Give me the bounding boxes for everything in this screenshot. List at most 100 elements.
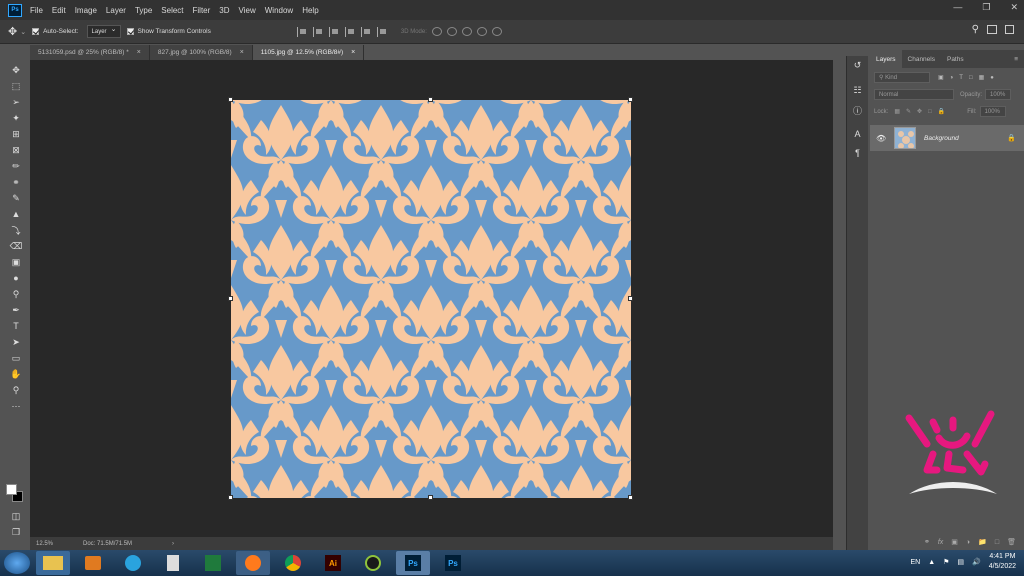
transform-handle-bl[interactable] bbox=[228, 495, 233, 500]
type-tool-icon[interactable]: T bbox=[10, 320, 22, 332]
eraser-tool-icon[interactable]: ⌫ bbox=[10, 240, 23, 252]
shape-tool-icon[interactable]: ▭ bbox=[10, 352, 22, 364]
align-right-icon[interactable] bbox=[376, 26, 387, 37]
history-brush-tool-icon[interactable]: ⤵ bbox=[10, 224, 22, 236]
share-icon[interactable] bbox=[1005, 25, 1014, 34]
menu-filter[interactable]: Filter bbox=[193, 6, 211, 15]
auto-select-checkbox[interactable] bbox=[32, 28, 40, 35]
properties-panel-icon[interactable]: ☷ bbox=[847, 85, 868, 100]
clock[interactable]: 4:41 PM 4/5/2022 bbox=[989, 552, 1016, 572]
kind-filter[interactable]: ⚲ Kind bbox=[874, 72, 930, 83]
close-icon[interactable]: × bbox=[137, 49, 141, 56]
lock-transparent-icon[interactable]: ▦ bbox=[894, 108, 900, 115]
align-bottom-icon[interactable] bbox=[328, 26, 339, 37]
chrome-icon[interactable] bbox=[276, 551, 310, 575]
tab-document-1[interactable]: 5131059.psd @ 25% (RGB/8) * × bbox=[30, 45, 150, 60]
explorer-icon[interactable] bbox=[36, 551, 70, 575]
filter-type-icon[interactable]: T bbox=[959, 75, 963, 81]
menu-file[interactable]: File bbox=[30, 6, 43, 15]
fx-icon[interactable]: fx bbox=[938, 539, 943, 546]
screen-mode-icon[interactable]: ❐ bbox=[10, 526, 22, 538]
photoshop-icon[interactable]: Ps bbox=[436, 551, 470, 575]
minimize-icon[interactable]: — bbox=[953, 2, 962, 13]
align-middle-icon[interactable] bbox=[312, 26, 323, 37]
3d-slide-icon[interactable] bbox=[476, 27, 487, 36]
tab-channels[interactable]: Channels bbox=[902, 50, 941, 68]
tab-document-3[interactable]: 1105.jpg @ 12.5% (RGB/8#) × bbox=[252, 45, 365, 60]
opacity-field[interactable]: 100% bbox=[985, 89, 1012, 100]
show-transform-checkbox[interactable] bbox=[126, 28, 134, 35]
magic-wand-tool-icon[interactable]: ✦ bbox=[10, 112, 22, 124]
hand-tool-icon[interactable]: ✋ bbox=[10, 368, 22, 380]
lock-artboard-icon[interactable]: □ bbox=[928, 109, 932, 115]
calculator-icon[interactable] bbox=[156, 551, 190, 575]
crop-tool-icon[interactable]: ⊞ bbox=[10, 128, 22, 140]
panel-menu-icon[interactable]: ≡ bbox=[1008, 50, 1024, 68]
lock-position-icon[interactable]: ✥ bbox=[917, 108, 922, 115]
menu-3d[interactable]: 3D bbox=[219, 6, 229, 15]
3d-rotate-icon[interactable] bbox=[431, 27, 442, 36]
filter-shape-icon[interactable]: □ bbox=[969, 75, 973, 81]
menu-view[interactable]: View bbox=[239, 6, 256, 15]
menu-window[interactable]: Window bbox=[265, 6, 293, 15]
brush-tool-icon[interactable]: ✎ bbox=[10, 192, 22, 204]
transform-handle-tr[interactable] bbox=[628, 97, 633, 102]
tab-layers[interactable]: Layers bbox=[870, 50, 902, 68]
link-layers-icon[interactable]: ⚭ bbox=[924, 538, 930, 546]
transform-handle-ml[interactable] bbox=[228, 296, 233, 301]
lock-image-icon[interactable]: ✎ bbox=[906, 108, 911, 115]
fill-field[interactable]: 100% bbox=[979, 106, 1006, 117]
menu-image[interactable]: Image bbox=[75, 6, 97, 15]
align-left-icon[interactable] bbox=[344, 26, 355, 37]
3d-pan-icon[interactable] bbox=[461, 27, 472, 36]
filter-toggle-icon[interactable]: ● bbox=[990, 75, 994, 81]
transform-handle-tl[interactable] bbox=[228, 97, 233, 102]
workspace-icon[interactable] bbox=[987, 25, 997, 34]
close-icon[interactable]: × bbox=[351, 49, 355, 56]
app-circle-icon[interactable] bbox=[356, 551, 390, 575]
zoom-tool-icon[interactable]: ⚲ bbox=[10, 384, 22, 396]
transform-handle-br[interactable] bbox=[628, 495, 633, 500]
tab-document-2[interactable]: 827.jpg @ 100% (RGB/8) × bbox=[149, 45, 253, 60]
volume-icon[interactable]: 🔊 bbox=[972, 558, 981, 566]
gradient-tool-icon[interactable]: ▣ bbox=[10, 256, 22, 268]
lasso-tool-icon[interactable]: ➢ bbox=[10, 96, 22, 108]
more-tools-icon[interactable]: ⋯ bbox=[10, 400, 22, 412]
filter-smart-icon[interactable]: ▦ bbox=[979, 74, 985, 81]
healing-tool-icon[interactable]: ⚭ bbox=[10, 176, 22, 188]
menu-type[interactable]: Type bbox=[135, 6, 152, 15]
status-arrow-icon[interactable]: › bbox=[172, 541, 174, 547]
tab-paths[interactable]: Paths bbox=[941, 50, 970, 68]
foreground-color-swatch[interactable] bbox=[6, 484, 17, 495]
media-player-icon[interactable] bbox=[76, 551, 110, 575]
illustrator-icon[interactable]: Ai bbox=[316, 551, 350, 575]
frame-tool-icon[interactable]: ⊠ bbox=[10, 144, 22, 156]
network-icon[interactable]: ▤ bbox=[957, 558, 964, 566]
move-tool-icon[interactable]: ✥ bbox=[10, 64, 22, 76]
start-button[interactable] bbox=[4, 552, 30, 574]
menu-edit[interactable]: Edit bbox=[52, 6, 66, 15]
new-group-icon[interactable]: 📁 bbox=[978, 538, 987, 546]
photoshop-active-icon[interactable]: Ps bbox=[396, 551, 430, 575]
info-panel-icon[interactable]: ⓘ bbox=[847, 104, 868, 119]
history-panel-icon[interactable]: ↺ bbox=[847, 60, 868, 75]
excel-icon[interactable] bbox=[196, 551, 230, 575]
layer-row-background[interactable]: 👁 Background 🔒 bbox=[870, 125, 1024, 151]
firefox-icon[interactable] bbox=[236, 551, 270, 575]
lock-all-icon[interactable]: 🔒 bbox=[938, 108, 945, 115]
menu-layer[interactable]: Layer bbox=[106, 6, 126, 15]
delete-layer-icon[interactable]: 🗑 bbox=[1007, 538, 1016, 546]
menu-select[interactable]: Select bbox=[161, 6, 183, 15]
character-panel-icon[interactable]: A bbox=[847, 129, 868, 144]
stamp-tool-icon[interactable]: ▲ bbox=[10, 208, 22, 220]
menu-help[interactable]: Help bbox=[302, 6, 318, 15]
align-top-icon[interactable] bbox=[296, 26, 307, 37]
transform-handle-tc[interactable] bbox=[428, 97, 433, 102]
3d-scale-icon[interactable] bbox=[491, 27, 502, 36]
adjustment-layer-icon[interactable]: ◑ bbox=[966, 539, 970, 546]
add-mask-icon[interactable]: ▣ bbox=[951, 538, 958, 546]
paragraph-panel-icon[interactable]: ¶ bbox=[847, 148, 868, 163]
filter-adjust-icon[interactable]: ◑ bbox=[950, 75, 954, 81]
chevron-down-icon[interactable]: ⌄ bbox=[20, 28, 26, 36]
align-center-icon[interactable] bbox=[360, 26, 371, 37]
